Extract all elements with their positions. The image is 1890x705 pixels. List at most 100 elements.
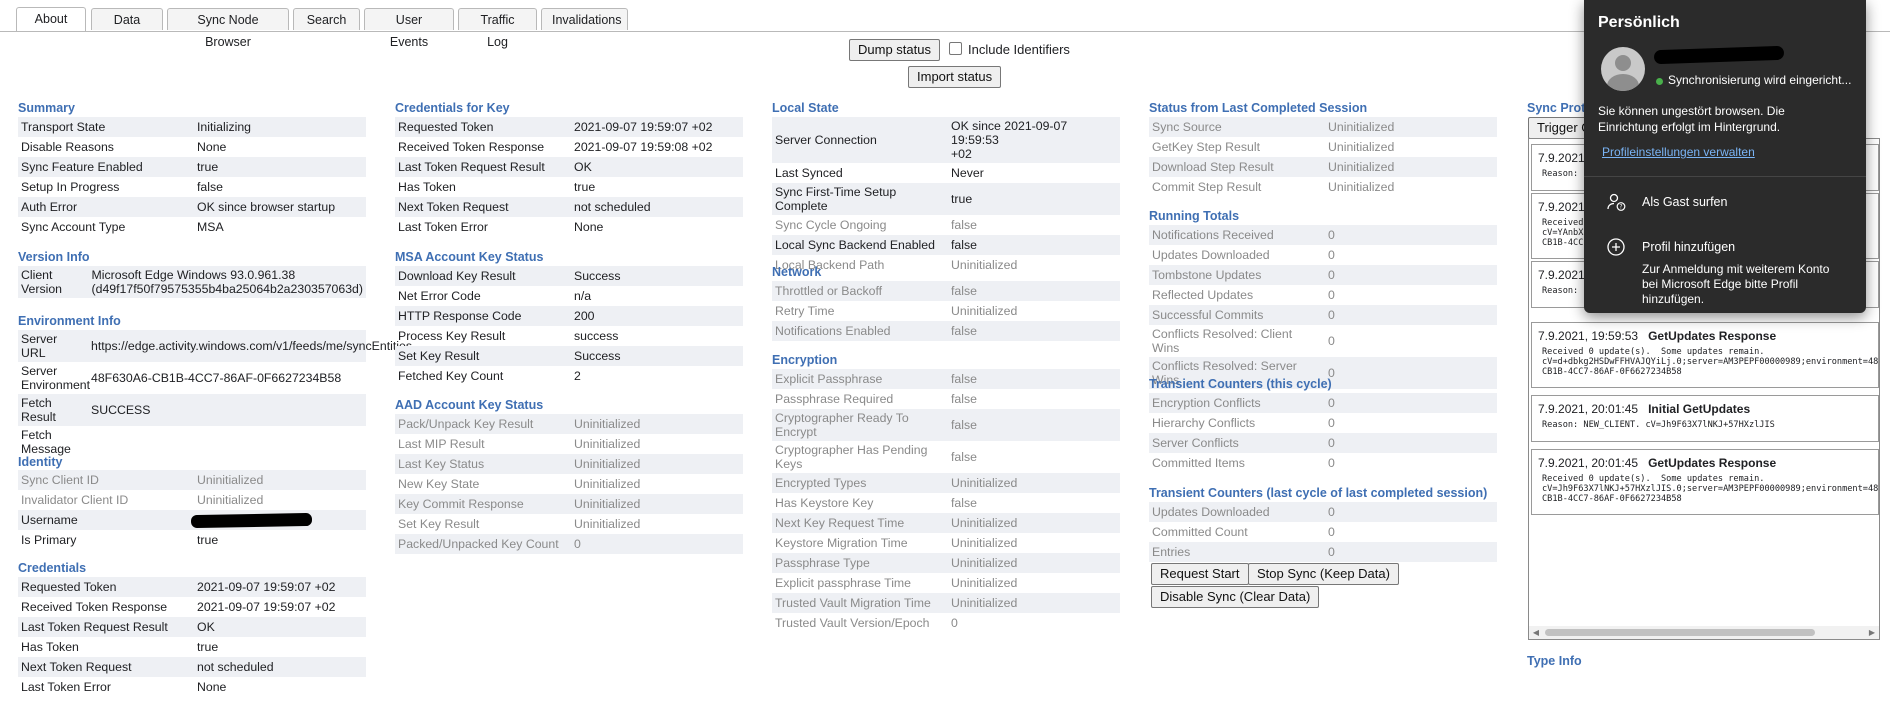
- table-row: Trusted Vault Version/Epoch 0: [775, 616, 958, 630]
- username-redaction: [190, 512, 313, 529]
- table-row: Keystore Migration Time Uninitialized: [775, 536, 1018, 550]
- table-row: Updates Downloaded 0: [1152, 248, 1335, 262]
- last-session-table: Sync Source Uninitialized GetKey Step Res…: [1149, 117, 1497, 197]
- person-question-icon: ?: [1606, 192, 1626, 212]
- table-row: Hierarchy Conflicts 0: [1152, 416, 1335, 430]
- table-row: Invalidator Client ID Uninitialized: [21, 493, 264, 507]
- table-row: Explicit passphrase Time Uninitialized: [775, 576, 1018, 590]
- network-table: Throttled or Backoff false Retry Time Unin…: [772, 281, 1120, 341]
- identity-table: Sync Client ID Uninitialized Invalidator …: [18, 470, 366, 550]
- table-row: Local Backend Path Uninitialized: [775, 258, 1018, 272]
- scroll-right-icon[interactable]: ▶: [1865, 626, 1879, 639]
- sync-status-dot-icon: [1656, 78, 1663, 85]
- type-info-title: Type Info: [1527, 654, 1582, 668]
- table-row: Committed Items 0: [1152, 456, 1335, 470]
- import-status-button[interactable]: Import status: [908, 66, 1002, 88]
- table-row: Updates Downloaded 0: [1149, 502, 1497, 522]
- include-identifiers-checkbox[interactable]: [949, 42, 962, 55]
- table-row: Last Token Request Result OK: [18, 617, 366, 637]
- list-item: 7.9.2021, 19:59:53 GetUpdates Response Re…: [1531, 322, 1879, 388]
- table-row: Conflicts Resolved: Client Wins 0: [1152, 327, 1335, 355]
- table-row: Key Commit Response Uninitialized: [395, 494, 743, 514]
- table-row: Sync Source Uninitialized: [1149, 117, 1497, 137]
- horizontal-scrollbar[interactable]: ◀ ▶: [1529, 626, 1879, 639]
- table-row: Last Key Status Uninitialized: [395, 454, 743, 474]
- table-row: Sync Client ID Uninitialized: [18, 470, 366, 490]
- running-totals-table: Notifications Received 0 Updates Download…: [1149, 225, 1497, 389]
- table-row: Trusted Vault Migration Time Uninitialize…: [772, 593, 1120, 613]
- table-row: Retry Time Uninitialized: [775, 304, 1018, 318]
- msa-key-status-title: MSA Account Key Status: [395, 250, 544, 264]
- tab-about[interactable]: About: [16, 7, 86, 31]
- local-state-title: Local State: [772, 101, 839, 115]
- table-row: Is Primary true: [21, 533, 219, 547]
- version-info-table: Client Version Microsoft Edge Windows 93.…: [18, 266, 366, 298]
- tab-invalidations[interactable]: Invalidations: [541, 8, 628, 30]
- table-row: Server Connection OK since 2021-09-07 19:…: [772, 117, 1120, 163]
- flyout-title: Persönlich: [1598, 14, 1680, 31]
- last-session-title: Status from Last Completed Session: [1149, 101, 1368, 115]
- credentials-for-key-title: Credentials for Key: [395, 101, 510, 115]
- transient-last-title: Transient Counters (last cycle of last c…: [1149, 486, 1488, 500]
- tab-search[interactable]: Search: [293, 8, 360, 30]
- table-row: Next Key Request Time Uninitialized: [772, 513, 1120, 533]
- flyout-divider: [1584, 176, 1866, 177]
- browse-as-guest-item[interactable]: Als Gast surfen: [1642, 195, 1727, 209]
- table-row: Server Environment 48F630A6-CB1B-4CC7-86AF…: [21, 364, 342, 392]
- version-info-title: Version Info: [18, 250, 90, 264]
- table-row: Set Key Result Success: [395, 346, 743, 366]
- aad-key-status-table: Pack/Unpack Key Result Uninitialized Last…: [395, 414, 743, 554]
- table-row: Fetched Key Count 2: [398, 369, 581, 383]
- stop-sync-button[interactable]: Stop Sync (Keep Data): [1248, 563, 1399, 585]
- table-row: Entries 0: [1149, 542, 1497, 562]
- environment-info-table: Server URL https://edge.activity.windows.…: [18, 330, 412, 458]
- table-row: Has Keystore Key false: [775, 496, 977, 510]
- tab-data[interactable]: Data: [91, 8, 163, 30]
- avatar: [1601, 47, 1645, 91]
- svg-text:?: ?: [1619, 204, 1622, 211]
- table-row: GetKey Step Result Uninitialized: [1152, 140, 1395, 154]
- list-item: 7.9.2021, 20:01:45 GetUpdates Response Re…: [1531, 449, 1879, 515]
- table-row: HTTP Response Code 200: [395, 306, 743, 326]
- environment-info-title: Environment Info: [18, 314, 121, 328]
- table-row: Requested Token 2021-09-07 19:59:07 +02: [395, 117, 743, 137]
- tab-sync-node-browser[interactable]: Sync Node Browser: [167, 8, 289, 49]
- plus-circle-icon: [1606, 237, 1626, 257]
- request-start-button[interactable]: Request Start: [1151, 563, 1249, 585]
- table-row: Has Token true: [21, 640, 219, 654]
- table-row: Cryptographer Ready To Encrypt false: [772, 409, 1120, 441]
- tab-user-events[interactable]: User Events: [364, 8, 454, 49]
- table-row: New Key State Uninitialized: [398, 477, 641, 491]
- table-row: Last Synced Never: [775, 166, 984, 180]
- table-row: Next Token Request not scheduled: [395, 197, 743, 217]
- disable-sync-button[interactable]: Disable Sync (Clear Data): [1151, 586, 1320, 608]
- transient-cycle-table: Encryption Conflicts 0 Hierarchy Conflict…: [1149, 393, 1497, 473]
- table-row: Commit Step Result Uninitialized: [1152, 180, 1395, 194]
- table-row: Encryption Conflicts 0: [1149, 393, 1497, 413]
- table-row: Encrypted Types Uninitialized: [772, 473, 1120, 493]
- table-row: Sync Feature Enabled true: [18, 157, 366, 177]
- table-row: Has Token true: [398, 180, 596, 194]
- table-row: Sync Account Type MSA: [21, 220, 224, 234]
- summary-table: Transport State Initializing Disable Reas…: [18, 117, 366, 237]
- summary-title: Summary: [18, 101, 75, 115]
- sync-status-text: Synchronisierung wird eingericht...: [1668, 73, 1852, 87]
- table-row: Passphrase Required false: [775, 392, 977, 406]
- tab-traffic-log[interactable]: Traffic Log: [458, 8, 537, 49]
- table-row: Tombstone Updates 0: [1149, 265, 1497, 285]
- dump-status-button[interactable]: Dump status: [849, 39, 940, 61]
- add-profile-item[interactable]: Profil hinzufügen: [1642, 240, 1735, 254]
- network-title: Network: [772, 265, 822, 279]
- scrollbar-thumb[interactable]: [1545, 629, 1815, 636]
- table-row: Packed/Unpacked Key Count 0: [395, 534, 743, 554]
- table-row: Committed Count 0: [1152, 525, 1335, 539]
- scroll-left-icon[interactable]: ◀: [1529, 626, 1543, 639]
- table-row: Received Token Response 2021-09-07 19:59:…: [398, 140, 713, 154]
- table-row: Disable Reasons None: [21, 140, 227, 154]
- manage-profile-link[interactable]: Profileinstellungen verwalten: [1602, 145, 1755, 159]
- local-state-table: Server Connection OK since 2021-09-07 19:…: [772, 117, 1120, 275]
- table-row: Download Key Result Success: [395, 266, 743, 286]
- encryption-table: Explicit Passphrase false Passphrase Requ…: [772, 369, 1120, 633]
- table-row: Notifications Received 0: [1149, 225, 1497, 245]
- table-row: Download Step Result Uninitialized: [1149, 157, 1497, 177]
